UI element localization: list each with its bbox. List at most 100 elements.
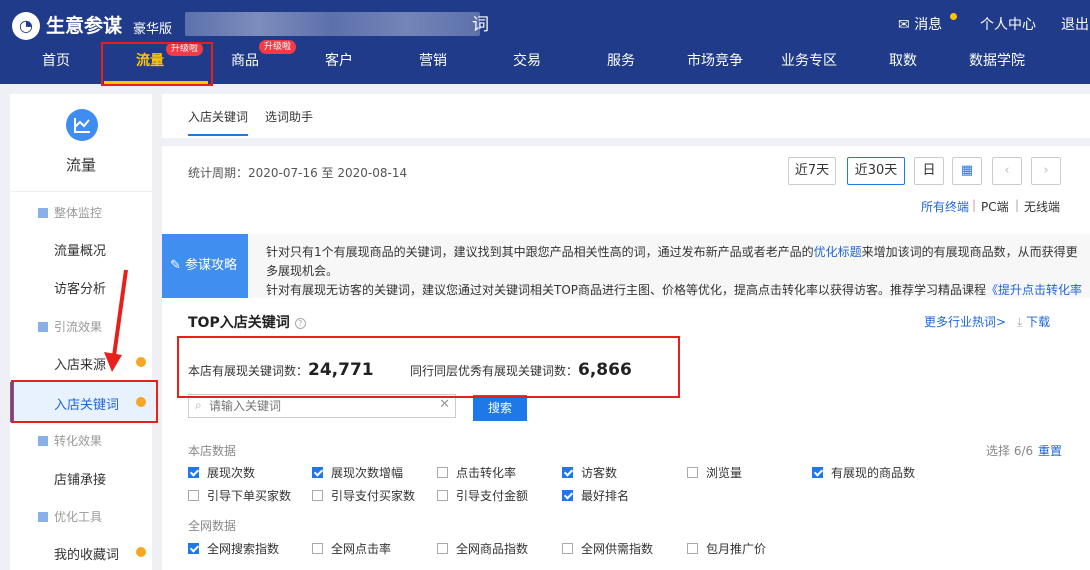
edition-label: 豪华版 xyxy=(133,22,173,37)
sidebar-group-traffic-effect: 引流效果 xyxy=(38,318,102,335)
option-checkbox[interactable]: 有展现的商品数 xyxy=(812,464,915,481)
checkbox-icon[interactable] xyxy=(188,543,199,554)
nav-trade[interactable]: 交易 xyxy=(487,52,567,70)
sidebar-item-store-landing[interactable]: 店铺承接 xyxy=(54,469,106,488)
checkbox-icon[interactable] xyxy=(312,467,323,478)
messages-link[interactable]: ✉ 消息 xyxy=(898,14,942,34)
section-title: TOP入店关键词? xyxy=(188,312,306,332)
btn-last-7-days[interactable]: 近7天 xyxy=(788,157,836,185)
option-checkbox[interactable]: 全网商品指数 xyxy=(437,540,528,557)
sidebar-group-conversion: 转化效果 xyxy=(38,432,102,449)
option-checkbox[interactable]: 展现次数增幅 xyxy=(312,464,403,481)
sidebar-item-visitor-analysis[interactable]: 访客分析 xyxy=(54,278,106,297)
option-checkbox[interactable]: 最好排名 xyxy=(562,487,629,504)
nav-service[interactable]: 服务 xyxy=(581,52,661,70)
terminal-all[interactable]: 所有终端 xyxy=(921,198,969,215)
reset-link[interactable]: 重置 xyxy=(1038,442,1062,459)
sidebar-title: 流量 xyxy=(65,156,96,174)
terminal-pc[interactable]: PC端 xyxy=(981,198,1009,215)
checkbox-icon[interactable] xyxy=(687,467,698,478)
search-icon: ⌕ xyxy=(195,398,202,412)
checkbox-icon[interactable] xyxy=(188,490,199,501)
building-icon xyxy=(38,322,48,332)
search-button[interactable]: 搜索 xyxy=(473,395,527,421)
sidebar-group-overall: 整体监控 xyxy=(38,204,102,221)
checkbox-icon[interactable] xyxy=(437,490,448,501)
terminal-wireless[interactable]: 无线端 xyxy=(1024,198,1060,215)
sidebar-item-traffic-overview[interactable]: 流量概况 xyxy=(54,240,106,259)
highlight-box-nav xyxy=(101,42,213,86)
notification-dot xyxy=(950,13,957,20)
option-checkbox[interactable]: 全网搜索指数 xyxy=(188,540,279,557)
checkbox-label: 点击转化率 xyxy=(456,466,517,480)
more-hot-words-link[interactable]: 更多行业热词> xyxy=(924,313,1006,330)
nav-customers[interactable]: 客户 xyxy=(299,52,379,70)
checkbox-icon[interactable] xyxy=(312,490,323,501)
checkbox-icon[interactable] xyxy=(562,467,573,478)
checkbox-icon[interactable] xyxy=(562,490,573,501)
option-checkbox[interactable]: 展现次数 xyxy=(188,464,255,481)
checkbox-icon[interactable] xyxy=(812,467,823,478)
calendar-icon[interactable]: ▦ xyxy=(952,157,982,185)
option-checkbox[interactable]: 引导支付金额 xyxy=(437,487,528,504)
tip-link-optimize-title[interactable]: 优化标题 xyxy=(814,245,862,259)
checkbox-label: 展现次数 xyxy=(207,466,256,480)
download-icon: ⤓ xyxy=(1017,315,1023,329)
checkbox-label: 展现次数增幅 xyxy=(331,466,404,480)
search-input[interactable] xyxy=(209,397,429,415)
nav-home[interactable]: 首页 xyxy=(16,52,96,70)
checkbox-icon[interactable] xyxy=(562,543,573,554)
sidebar-item-store-source[interactable]: 入店来源 xyxy=(54,354,106,373)
logout-link[interactable]: 退出 xyxy=(1061,14,1089,34)
tip-box: ✎ 参谋攻略 针对只有1个有展现商品的关键词，建议找到其中跟您产品相关性高的词，… xyxy=(162,234,1090,298)
nav-data-academy[interactable]: 数据学院 xyxy=(957,52,1037,70)
tip-link-course[interactable]: 《提升点击转化率 xyxy=(986,283,1082,297)
building-icon xyxy=(38,208,48,218)
help-icon[interactable]: ? xyxy=(294,318,306,329)
option-checkbox[interactable]: 引导下单买家数 xyxy=(188,487,291,504)
checkbox-icon[interactable] xyxy=(437,467,448,478)
option-checkbox[interactable]: 引导支付买家数 xyxy=(312,487,415,504)
checkbox-icon[interactable] xyxy=(687,543,698,554)
nav-business-zone[interactable]: 业务专区 xyxy=(769,52,849,70)
nav-market-competition[interactable]: 市场竞争 xyxy=(675,52,755,70)
tab-keyword-assistant[interactable]: 选词助手 xyxy=(265,108,313,125)
clear-icon[interactable]: ✕ xyxy=(439,397,450,412)
sidebar-item-my-keywords[interactable]: 我的收藏词 xyxy=(54,544,119,563)
blurred-store-name xyxy=(185,12,480,36)
tab-store-keywords[interactable]: 入店关键词 xyxy=(188,108,248,125)
checkbox-label: 全网商品指数 xyxy=(456,542,529,556)
checkbox-icon[interactable] xyxy=(188,467,199,478)
option-checkbox[interactable]: 点击转化率 xyxy=(437,464,516,481)
option-checkbox[interactable]: 浏览量 xyxy=(687,464,742,481)
sidebar-dot-store-source xyxy=(136,357,146,367)
checkbox-label: 引导支付买家数 xyxy=(331,489,416,503)
nav-data-fetch[interactable]: 取数 xyxy=(863,52,943,70)
checkbox-icon[interactable] xyxy=(312,543,323,554)
btn-last-30-days[interactable]: 近30天 xyxy=(847,157,905,185)
option-checkbox[interactable]: 全网点击率 xyxy=(312,540,391,557)
sidebar-dot-my-keywords xyxy=(136,547,146,557)
checkbox-icon[interactable] xyxy=(437,543,448,554)
option-checkbox[interactable]: 访客数 xyxy=(562,464,617,481)
checkbox-label: 最好排名 xyxy=(581,489,630,503)
prev-arrow-icon[interactable]: ‹ xyxy=(992,157,1022,185)
next-arrow-icon[interactable]: › xyxy=(1031,157,1061,185)
nav-marketing[interactable]: 营销 xyxy=(393,52,473,70)
tip-line-2: 多展现机会。 xyxy=(266,264,339,278)
highlight-box-sidebar xyxy=(11,380,158,423)
sidebar-group-label: 优化工具 xyxy=(54,510,103,524)
nav-goods-badge: 升级啦 xyxy=(259,40,297,54)
checkbox-label: 引导下单买家数 xyxy=(207,489,292,503)
sidebar-group-optimize-tools: 优化工具 xyxy=(38,508,102,525)
option-checkbox[interactable]: 包月推广价 xyxy=(687,540,766,557)
option-checkbox[interactable]: 全网供需指数 xyxy=(562,540,653,557)
highlight-box-stats xyxy=(177,336,680,398)
checkbox-label: 全网供需指数 xyxy=(581,542,654,556)
btn-day[interactable]: 日 xyxy=(914,157,944,185)
personal-center-link[interactable]: 个人中心 xyxy=(980,14,1036,34)
tip-icon: ✎ xyxy=(170,258,181,273)
nav-goods[interactable]: 商品 xyxy=(205,52,285,70)
sidebar: 流量 整体监控 流量概况 访客分析 引流效果 入店来源 入店关键词 转化效果 店… xyxy=(10,94,152,570)
download-link[interactable]: ⤓ 下载 xyxy=(1017,313,1050,330)
